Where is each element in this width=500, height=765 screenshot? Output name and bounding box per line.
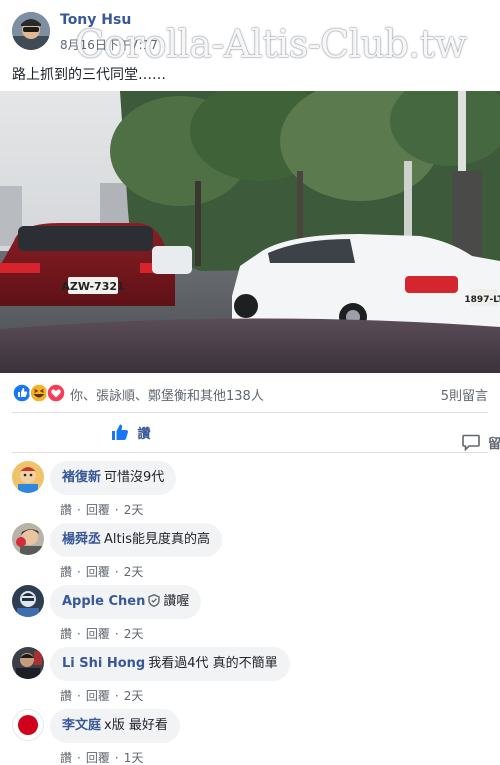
comment-text: 可惜沒9代 (104, 470, 165, 485)
comment-item: Apple Chen 讚喔 讚 · 回覆 · 2天 (12, 585, 488, 641)
commenter-name[interactable]: Li Shi Hong (62, 656, 145, 671)
comment-age[interactable]: 2天 (124, 565, 144, 579)
comment-like-link[interactable]: 讚 (60, 565, 72, 579)
comment-age[interactable]: 1天 (124, 751, 144, 765)
commenter-name[interactable]: 褚復新 (62, 470, 101, 485)
comment-bubble: 褚復新 可惜沒9代 (50, 461, 177, 495)
author-avatar[interactable] (12, 12, 50, 50)
separator: · (114, 565, 119, 579)
commenter-name[interactable]: 楊舜丞 (62, 532, 101, 547)
post-text: 路上抓到的三代同堂…… (12, 67, 166, 83)
like-icon (12, 383, 32, 403)
comment-meta: 讚 · 回覆 · 2天 (60, 687, 143, 704)
commenter-avatar[interactable] (12, 585, 44, 617)
comment-item: 楊舜丞 Altis能見度真的高 讚 · 回覆 · 2天 (12, 523, 488, 579)
reaction-icons[interactable] (12, 383, 68, 403)
comment-reply-link[interactable]: 回覆 (86, 627, 110, 641)
commenter-name[interactable]: Apple Chen (62, 594, 145, 609)
reactions-bar: 你、張詠順、鄭堡衡和其他138人 5則留言 (12, 383, 488, 404)
commenter-avatar[interactable] (12, 709, 44, 741)
commenter-avatar[interactable] (12, 647, 44, 679)
comment-reply-link[interactable]: 回覆 (86, 503, 110, 517)
action-bar: 讚 留言 (12, 414, 500, 452)
like-button[interactable]: 讚 (12, 414, 250, 450)
love-icon (46, 383, 66, 403)
comment-like-link[interactable]: 讚 (60, 627, 72, 641)
left-plate: AZW-7321 (61, 280, 124, 293)
commenter-avatar[interactable] (12, 461, 44, 493)
comment-text: 讚喔 (163, 594, 190, 609)
comment-item: 李文庭 x版 最好看 讚 · 回覆 · 1天 (12, 709, 488, 765)
comment-age[interactable]: 2天 (124, 503, 144, 517)
comment-meta: 讚 · 回覆 · 2天 (60, 501, 143, 518)
comment-age[interactable]: 2天 (124, 689, 144, 703)
separator: · (114, 503, 119, 517)
comment-like-link[interactable]: 讚 (60, 689, 72, 703)
separator: · (77, 751, 81, 765)
comment-text: Altis能見度真的高 (104, 532, 211, 547)
comment-meta: 讚 · 回覆 · 1天 (60, 749, 143, 765)
separator: · (114, 751, 119, 765)
comment-reply-link[interactable]: 回覆 (86, 565, 110, 579)
divider (12, 412, 488, 413)
comment-button-label: 留言 (487, 436, 500, 452)
comment-text: x版 最好看 (104, 718, 168, 733)
comment-bubble: 楊舜丞 Altis能見度真的高 (50, 523, 223, 557)
post-photo[interactable]: AZW-7321 1897-LT (0, 91, 500, 373)
comment-text: 我看過4代 真的不簡單 (148, 656, 278, 671)
divider (12, 452, 488, 453)
comment-like-link[interactable]: 讚 (60, 751, 72, 765)
separator: · (77, 565, 81, 579)
right-plate: 1897-LT (464, 295, 500, 305)
commenter-name[interactable]: 李文庭 (62, 718, 101, 733)
comment-item: Li Shi Hong 我看過4代 真的不簡單 讚 · 回覆 · 2天 (12, 647, 488, 703)
comment-age[interactable]: 2天 (124, 627, 144, 641)
separator: · (114, 627, 119, 641)
comment-meta: 讚 · 回覆 · 2天 (60, 625, 143, 642)
watermark: Corolla-Altis-Club.tw (75, 22, 467, 66)
reaction-summary[interactable]: 你、張詠順、鄭堡衡和其他138人 (70, 385, 264, 404)
comment-bubble: 李文庭 x版 最好看 (50, 709, 180, 743)
top-fan-badge-icon (148, 594, 161, 607)
separator: · (77, 627, 81, 641)
separator: · (77, 503, 81, 517)
comment-bubble: Li Shi Hong 我看過4代 真的不簡單 (50, 647, 290, 681)
like-button-label: 讚 (137, 426, 151, 442)
separator: · (114, 689, 119, 703)
comment-count[interactable]: 5則留言 (441, 385, 488, 404)
commenter-avatar[interactable] (12, 523, 44, 555)
separator: · (77, 689, 81, 703)
comment-item: 褚復新 可惜沒9代 讚 · 回覆 · 2天 (12, 461, 488, 517)
comment-meta: 讚 · 回覆 · 2天 (60, 563, 143, 580)
comment-reply-link[interactable]: 回覆 (86, 689, 110, 703)
comment-reply-link[interactable]: 回覆 (86, 751, 110, 765)
comment-like-link[interactable]: 讚 (60, 503, 72, 517)
haha-icon (29, 383, 49, 403)
thumbs-up-icon (112, 424, 129, 440)
speech-bubble-icon (462, 434, 480, 451)
comment-bubble: Apple Chen 讚喔 (50, 585, 202, 619)
